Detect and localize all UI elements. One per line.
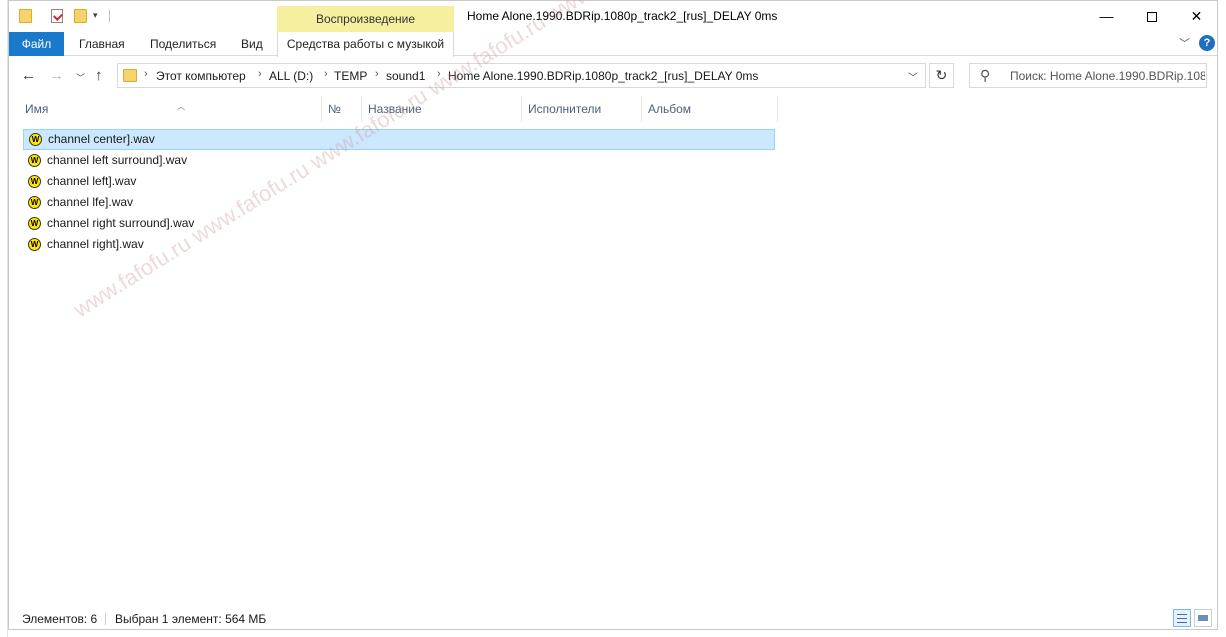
breadcrumb-this-pc[interactable]: Этот компьютер <box>156 69 246 83</box>
breadcrumb-current-folder[interactable]: Home Alone.1990.BDRip.1080p_track2_[rus]… <box>448 69 758 83</box>
column-header-artists[interactable]: Исполнители <box>522 97 642 122</box>
tab-music-tools[interactable]: Средства работы с музыкой <box>277 32 454 57</box>
maximize-button[interactable] <box>1129 1 1174 32</box>
file-name: channel left].wav <box>47 174 137 188</box>
search-input[interactable]: ⚲ Поиск: Home Alone.1990.BDRip.1080p_tra… <box>969 63 1207 88</box>
tab-view[interactable]: Вид <box>227 32 277 56</box>
maximize-icon <box>1146 12 1157 23</box>
back-arrow-icon[interactable]: ← <box>21 67 36 84</box>
up-arrow-icon[interactable]: ↑ <box>95 67 103 84</box>
large-icons-view-button[interactable] <box>1194 609 1212 627</box>
details-view-button[interactable] <box>1173 609 1191 627</box>
column-header-name[interactable]: Имя ︿ <box>19 97 322 122</box>
item-count: Элементов: 6 <box>22 612 98 626</box>
address-bar[interactable]: › Этот компьютер › ALL (D:) › TEMP › sou… <box>117 63 926 88</box>
minimize-button[interactable]: — <box>1084 1 1129 32</box>
file-name: channel center].wav <box>48 132 155 146</box>
tab-home[interactable]: Главная <box>65 32 139 56</box>
column-header-number[interactable]: № <box>322 97 362 122</box>
search-placeholder: Поиск: Home Alone.1990.BDRip.1080p_track… <box>1010 69 1205 83</box>
quick-access-separator <box>109 10 110 22</box>
breadcrumb-chevron-icon[interactable]: › <box>324 68 328 80</box>
audio-file-icon: W <box>29 133 42 146</box>
breadcrumb-temp[interactable]: TEMP <box>334 69 367 83</box>
file-list: W channel center].wav W channel left sur… <box>23 129 775 255</box>
list-item[interactable]: W channel left surround].wav <box>23 150 775 171</box>
recent-locations-chevron-icon[interactable]: ﹀ <box>76 71 85 84</box>
explorer-window: ▾ Воспроизведение Home Alone.1990.BDRip.… <box>8 0 1218 630</box>
forward-arrow-icon[interactable]: → <box>49 67 64 84</box>
breadcrumb-chevron-icon[interactable]: › <box>258 68 262 80</box>
expand-ribbon-chevron-icon[interactable]: ﹀ <box>1179 35 1190 51</box>
folder-icon <box>123 69 137 82</box>
audio-file-icon: W <box>28 217 41 230</box>
tab-file[interactable]: Файл <box>9 32 64 56</box>
file-name: channel right surround].wav <box>47 216 195 230</box>
status-bar: Элементов: 6 Выбран 1 элемент: 564 МБ <box>9 607 1217 629</box>
breadcrumb-chevron-icon[interactable]: › <box>437 68 441 80</box>
list-item[interactable]: W channel left].wav <box>23 171 775 192</box>
tab-share[interactable]: Поделиться <box>136 32 230 56</box>
sort-ascending-icon: ︿ <box>177 102 185 111</box>
file-name: channel left surround].wav <box>47 153 188 167</box>
ribbon-tabs: Файл Главная Поделиться Вид Средства раб… <box>9 32 1217 57</box>
column-header-album[interactable]: Альбом <box>642 97 778 122</box>
column-header-title[interactable]: Название <box>362 97 522 122</box>
status-separator <box>105 613 106 625</box>
column-headers: Имя ︿ № Название Исполнители Альбом <box>9 97 1217 122</box>
quick-access-dropdown-icon[interactable]: ▾ <box>93 10 98 21</box>
refresh-button[interactable]: ↻ <box>929 63 954 88</box>
new-folder-icon[interactable] <box>74 9 87 23</box>
properties-icon[interactable] <box>51 9 63 23</box>
navigation-bar: ← → ﹀ ↑ › Этот компьютер › ALL (D:) › TE… <box>9 57 1217 95</box>
file-name: channel right].wav <box>47 237 144 251</box>
audio-file-icon: W <box>28 175 41 188</box>
title-bar: ▾ Воспроизведение Home Alone.1990.BDRip.… <box>9 1 1217 32</box>
column-header-name-label: Имя <box>25 102 49 116</box>
audio-file-icon: W <box>28 196 41 209</box>
breadcrumb-sound1[interactable]: sound1 <box>386 69 425 83</box>
breadcrumb-chevron-icon[interactable]: › <box>375 68 379 80</box>
list-item[interactable]: W channel lfe].wav <box>23 192 775 213</box>
audio-file-icon: W <box>28 154 41 167</box>
window-title: Home Alone.1990.BDRip.1080p_track2_[rus]… <box>467 9 778 23</box>
search-icon: ⚲ <box>980 67 991 83</box>
list-item[interactable]: W channel right surround].wav <box>23 213 775 234</box>
file-name: channel lfe].wav <box>47 195 134 209</box>
address-dropdown-icon[interactable]: ﹀ <box>908 69 918 84</box>
close-button[interactable]: ✕ <box>1174 1 1219 32</box>
background-window-strip <box>0 0 8 637</box>
help-icon[interactable]: ? <box>1199 35 1215 51</box>
list-item[interactable]: W channel center].wav <box>23 129 775 150</box>
list-item[interactable]: W channel right].wav <box>23 234 775 255</box>
selection-info: Выбран 1 элемент: 564 МБ <box>115 612 267 626</box>
audio-file-icon: W <box>28 238 41 251</box>
breadcrumb-drive[interactable]: ALL (D:) <box>269 69 313 83</box>
context-tab-header: Воспроизведение <box>277 6 454 32</box>
breadcrumb-chevron-icon[interactable]: › <box>144 68 148 80</box>
folder-icon[interactable] <box>19 9 32 23</box>
